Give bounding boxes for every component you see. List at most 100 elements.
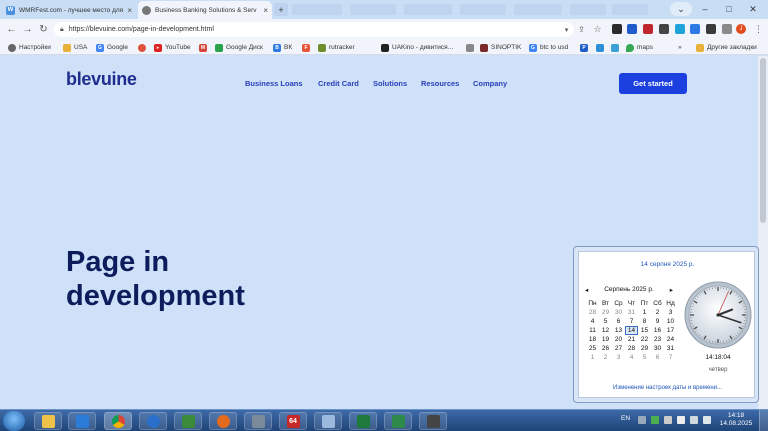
menu-kebab-icon[interactable]: ⋮ bbox=[752, 23, 765, 36]
calendar-day[interactable]: 6 bbox=[651, 353, 664, 362]
bookmark-btc-to-usd[interactable]: Gbtc to usd bbox=[529, 42, 568, 53]
calendar-day[interactable]: 13 bbox=[612, 326, 625, 335]
volume-icon[interactable] bbox=[703, 416, 711, 424]
profile-avatar[interactable]: J bbox=[736, 24, 746, 34]
tab-faded[interactable] bbox=[514, 4, 562, 15]
bookmark-sinoptik[interactable]: SINOPTIK bbox=[480, 42, 521, 53]
tab-blevuine[interactable]: Business Banking Solutions & Serv × bbox=[138, 1, 272, 19]
extension-icon[interactable] bbox=[612, 24, 622, 34]
tray-icon[interactable] bbox=[664, 416, 672, 424]
tab-close-icon[interactable]: × bbox=[259, 6, 268, 15]
tab-faded[interactable] bbox=[460, 4, 506, 15]
tab-search-icon[interactable]: ⌄ bbox=[670, 2, 692, 16]
calendar-day[interactable]: 20 bbox=[612, 335, 625, 344]
calendar-day[interactable]: 2 bbox=[651, 308, 664, 317]
bookmark-usa[interactable]: USA bbox=[63, 42, 87, 53]
calendar-day[interactable]: 10 bbox=[664, 317, 677, 326]
taskbar-app[interactable] bbox=[419, 412, 447, 430]
calendar-day[interactable]: 3 bbox=[612, 353, 625, 362]
calendar-day[interactable]: 5 bbox=[638, 353, 651, 362]
bookmark-google[interactable]: G Google bbox=[96, 42, 128, 53]
calendar-day[interactable]: 9 bbox=[651, 317, 664, 326]
tab-close-icon[interactable]: × bbox=[123, 6, 132, 15]
calendar-day[interactable]: 26 bbox=[599, 344, 612, 353]
nav-resources[interactable]: Resources bbox=[421, 79, 459, 88]
reload-icon[interactable]: ↻ bbox=[37, 23, 50, 36]
close-window-icon[interactable]: ✕ bbox=[742, 2, 764, 16]
nav-business-loans[interactable]: Business Loans bbox=[245, 79, 303, 88]
bookmark-rutracker[interactable]: rutracker bbox=[318, 42, 355, 53]
new-tab-button[interactable]: + bbox=[274, 3, 288, 16]
nav-credit-card[interactable]: Credit Card bbox=[318, 79, 359, 88]
calendar-day-today[interactable]: 14 bbox=[625, 326, 638, 335]
calendar-day[interactable]: 31 bbox=[664, 344, 677, 353]
taskbar-app[interactable] bbox=[244, 412, 272, 430]
tab-faded[interactable] bbox=[404, 4, 452, 15]
taskbar-app[interactable] bbox=[209, 412, 237, 430]
bookmark-vk[interactable]: В ВК bbox=[273, 42, 292, 53]
taskbar-explorer[interactable] bbox=[34, 412, 62, 430]
tray-icon[interactable] bbox=[677, 416, 685, 424]
calendar-day[interactable]: 29 bbox=[599, 308, 612, 317]
maximize-icon[interactable]: □ bbox=[718, 2, 740, 16]
taskbar-app[interactable] bbox=[384, 412, 412, 430]
calendar-day[interactable]: 7 bbox=[625, 317, 638, 326]
language-indicator[interactable]: EN bbox=[621, 415, 630, 422]
calendar-day[interactable]: 1 bbox=[586, 353, 599, 362]
bookmark-unknown[interactable] bbox=[596, 42, 607, 53]
calendar-day[interactable]: 23 bbox=[651, 335, 664, 344]
start-button[interactable] bbox=[3, 411, 25, 431]
bookmark-unknown[interactable] bbox=[611, 42, 622, 53]
calendar-day[interactable]: 21 bbox=[625, 335, 638, 344]
calendar-day[interactable]: 22 bbox=[638, 335, 651, 344]
taskbar-excel[interactable] bbox=[349, 412, 377, 430]
taskbar-app[interactable] bbox=[174, 412, 202, 430]
bookmarks-overflow[interactable]: » bbox=[678, 42, 682, 53]
taskbar-app[interactable] bbox=[314, 412, 342, 430]
nav-solutions[interactable]: Solutions bbox=[373, 79, 407, 88]
share-icon[interactable]: ⇪ bbox=[575, 23, 588, 36]
calendar-day[interactable]: 8 bbox=[638, 317, 651, 326]
bookmark-other-folder[interactable]: Другие закладки bbox=[696, 42, 757, 53]
extension-icon[interactable] bbox=[659, 24, 669, 34]
calendar-day[interactable]: 12 bbox=[599, 326, 612, 335]
calendar-day[interactable]: 5 bbox=[599, 317, 612, 326]
bookmark-youtube[interactable]: ▸ YouTube bbox=[154, 42, 191, 53]
site-logo[interactable]: blevuine bbox=[66, 69, 137, 90]
bookmark-unknown[interactable] bbox=[138, 42, 149, 53]
calendar-day[interactable]: 11 bbox=[586, 326, 599, 335]
forward-icon[interactable]: → bbox=[21, 23, 34, 36]
taskbar-chrome[interactable] bbox=[104, 412, 132, 430]
prev-month-icon[interactable]: ◂ bbox=[585, 286, 588, 294]
dropdown-icon[interactable]: ▾ bbox=[560, 23, 573, 36]
tray-icon[interactable] bbox=[651, 416, 659, 424]
bookmark-gmail[interactable]: M bbox=[199, 42, 210, 53]
calendar-day[interactable]: 28 bbox=[625, 344, 638, 353]
tab-faded[interactable] bbox=[612, 4, 648, 15]
get-started-button[interactable]: Get started bbox=[619, 73, 687, 94]
taskbar-clock[interactable]: 14:18 14.08.2025 bbox=[716, 412, 756, 428]
calendar-day[interactable]: 4 bbox=[625, 353, 638, 362]
minimize-icon[interactable]: – bbox=[694, 2, 716, 16]
calendar-day[interactable]: 28 bbox=[586, 308, 599, 317]
tab-faded[interactable] bbox=[350, 4, 396, 15]
bookmark-settings[interactable]: Настройки bbox=[8, 42, 51, 53]
calendar-day[interactable]: 15 bbox=[638, 326, 651, 335]
nav-company[interactable]: Company bbox=[473, 79, 507, 88]
address-bar[interactable]: 🔒︎ https://blevuine.com/page-in-developm… bbox=[54, 22, 574, 37]
calendar-long-date[interactable]: 14 серпня 2025 р. bbox=[579, 261, 756, 268]
bookmark-uakino[interactable]: UAKino - дивитися... bbox=[381, 42, 453, 53]
calendar-day[interactable]: 30 bbox=[651, 344, 664, 353]
extension-icon[interactable] bbox=[675, 24, 685, 34]
extension-icon[interactable] bbox=[627, 24, 637, 34]
calendar-day[interactable]: 2 bbox=[599, 353, 612, 362]
extension-icon[interactable] bbox=[690, 24, 700, 34]
network-icon[interactable] bbox=[690, 416, 698, 424]
taskbar-app[interactable] bbox=[139, 412, 167, 430]
calendar-day[interactable]: 1 bbox=[638, 308, 651, 317]
calendar-day[interactable]: 3 bbox=[664, 308, 677, 317]
calendar-day[interactable]: 19 bbox=[599, 335, 612, 344]
calendar-day[interactable]: 27 bbox=[612, 344, 625, 353]
calendar-day[interactable]: 24 bbox=[664, 335, 677, 344]
back-icon[interactable]: ← bbox=[5, 23, 18, 36]
